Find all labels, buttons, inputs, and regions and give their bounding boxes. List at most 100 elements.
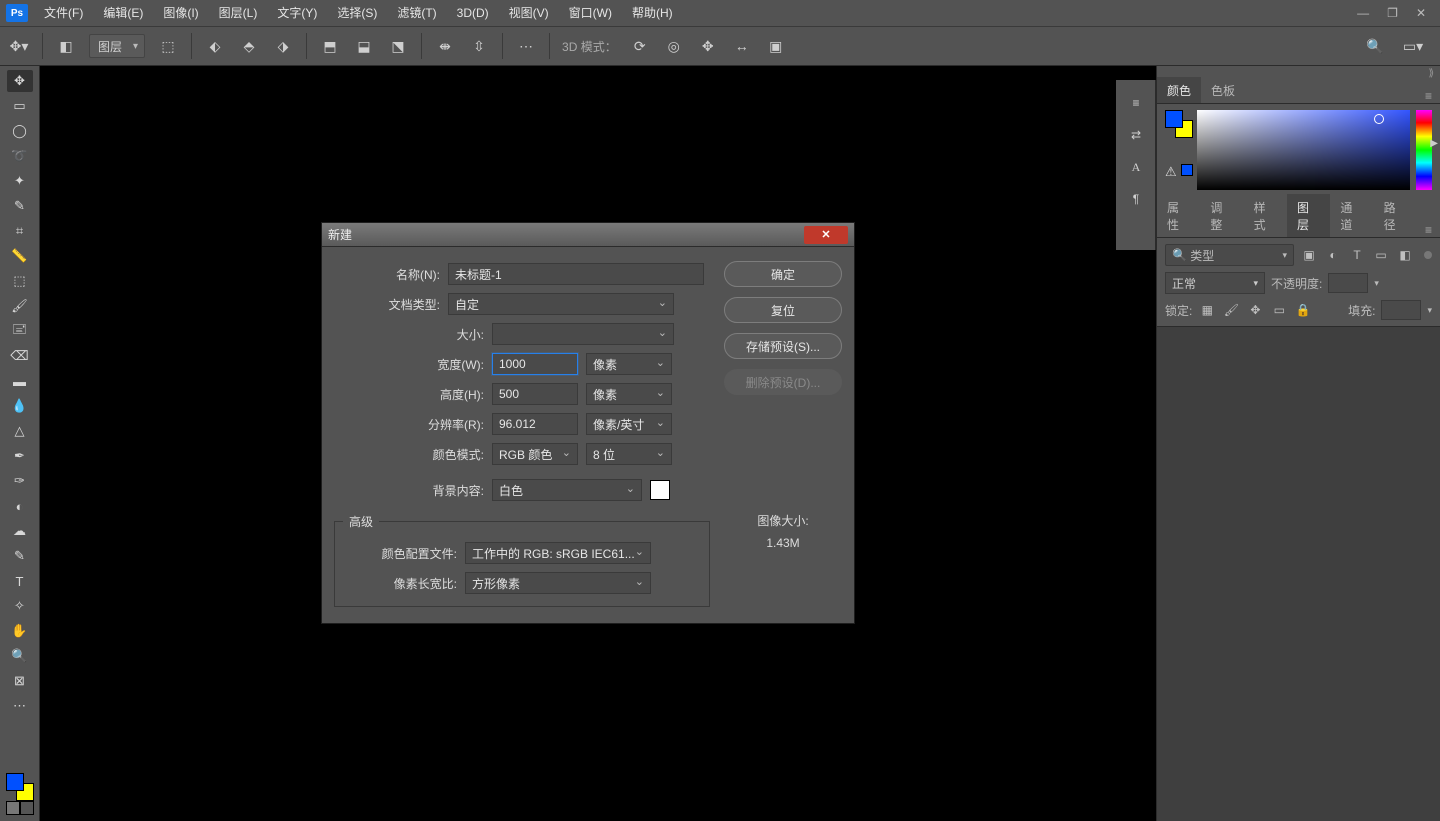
marquee-ellipse-tool[interactable]: ◯ [7,120,33,142]
adjust-icon[interactable]: ⇄ [1116,122,1156,148]
menu-file[interactable]: 文件(F) [34,0,93,26]
tab-adjustments[interactable]: 调整 [1200,194,1243,237]
dialog-close-button[interactable]: ✕ [804,226,848,244]
type-tool[interactable]: T [7,570,33,592]
brush-tool[interactable]: 🖌 [7,295,33,317]
orbit-3d-icon[interactable]: ⟳ [629,35,651,57]
path-tool[interactable]: ✎ [7,545,33,567]
tab-swatches[interactable]: 色板 [1201,77,1245,103]
slide-3d-icon[interactable]: ↔ [731,35,753,57]
layers-panel-menu-icon[interactable]: ≡ [1417,223,1440,237]
pixel-filter-icon[interactable]: ▣ [1300,246,1318,264]
lock-pixels-icon[interactable]: ▦ [1198,301,1216,319]
blur-tool[interactable]: 💧 [7,395,33,417]
tab-layers[interactable]: 图层 [1287,194,1330,237]
ok-button[interactable]: 确定 [724,261,842,287]
resolution-unit-combo[interactable]: 像素/英寸 [586,413,672,435]
zoom-3d-icon[interactable]: ▣ [765,35,787,57]
distribute-v-icon[interactable]: ⇳ [468,35,490,57]
tab-color[interactable]: 颜色 [1157,77,1201,103]
background-swatch[interactable] [650,480,670,500]
height-unit-combo[interactable]: 像素 [586,383,672,405]
workspace-switch-icon[interactable]: ▭▾ [1402,35,1424,57]
move-tool[interactable]: ✥ [7,70,33,92]
blend-mode-combo[interactable]: 正常 [1165,272,1265,294]
align-vcenter-icon[interactable]: ⬓ [353,35,375,57]
align-right-icon[interactable]: ⬗ [272,35,294,57]
lasso-tool[interactable]: ➰ [7,145,33,167]
tab-styles[interactable]: 样式 [1244,194,1287,237]
brush-presets-icon[interactable]: ≡ [1116,90,1156,116]
filter-toggle[interactable] [1424,251,1432,259]
eyedropper-tool[interactable]: ✎ [7,195,33,217]
crop-tool[interactable]: ⌗ [7,220,33,242]
distribute-h-icon[interactable]: ⇼ [434,35,456,57]
tab-paths[interactable]: 路径 [1374,194,1417,237]
glyphs-icon[interactable]: ¶ [1116,186,1156,212]
color-profile-combo[interactable]: 工作中的 RGB: sRGB IEC61... [465,542,651,564]
lock-position-icon[interactable]: ✥ [1246,301,1264,319]
panel-foreground-swatch[interactable] [1165,110,1183,128]
color-field[interactable] [1197,110,1410,190]
artboard-tool[interactable]: ⊠ [7,670,33,692]
chevron-down-icon[interactable]: ▾ [1427,305,1432,316]
smart-filter-icon[interactable]: ◧ [1396,246,1414,264]
bit-depth-combo[interactable]: 8 位 [586,443,672,465]
menu-edit[interactable]: 编辑(E) [93,0,153,26]
pan-3d-icon[interactable]: ✥ [697,35,719,57]
fill-field[interactable] [1381,300,1421,320]
menu-layer[interactable]: 图层(L) [209,0,268,26]
align-bottom-icon[interactable]: ⬔ [387,35,409,57]
adjustment-filter-icon[interactable]: ◐ [1324,246,1342,264]
ruler-tool[interactable]: 📏 [7,245,33,267]
name-field[interactable] [448,263,704,285]
type-filter-icon[interactable]: T [1348,246,1366,264]
lock-image-icon[interactable]: ▭ [1270,301,1288,319]
layers-kind-filter[interactable]: 🔍 类型 [1165,244,1294,266]
stamp-tool[interactable]: 🖃 [7,320,33,342]
move-tool-icon[interactable]: ✥▾ [8,35,30,57]
lock-all-icon[interactable]: 🔒 [1294,301,1312,319]
auto-select-icon[interactable]: ◧ [55,35,77,57]
tab-channels[interactable]: 通道 [1330,194,1373,237]
eraser-tool[interactable]: ⌫ [7,345,33,367]
auto-select-combo[interactable]: 图层 [89,34,145,58]
gamut-swatch[interactable] [1181,164,1193,176]
color-panel-menu-icon[interactable]: ≡ [1417,89,1440,103]
menu-select[interactable]: 选择(S) [327,0,387,26]
sponge-tool[interactable]: ☁ [7,520,33,542]
quickmask-toggle[interactable] [6,801,34,815]
search-icon[interactable]: 🔍 [1364,35,1386,57]
menu-filter[interactable]: 滤镜(T) [387,0,446,26]
align-top-icon[interactable]: ⬒ [319,35,341,57]
layers-list[interactable] [1157,327,1440,821]
more-tools[interactable]: ⋯ [7,695,33,717]
resolution-field[interactable] [492,413,578,435]
color-swatch-pair[interactable]: ⚠ [1165,110,1191,182]
pixel-ratio-combo[interactable]: 方形像素 [465,572,651,594]
transform-controls-icon[interactable]: ⬚ [157,35,179,57]
gradient-tool[interactable]: ▬ [7,370,33,392]
tab-properties[interactable]: 属性 [1157,194,1200,237]
magic-wand-tool[interactable]: ✦ [7,170,33,192]
freeform-pen-tool[interactable]: ✑ [7,470,33,492]
opacity-field[interactable] [1328,273,1368,293]
hue-slider[interactable]: ▶ [1416,110,1432,190]
dialog-titlebar[interactable]: 新建 ✕ [322,223,854,247]
marquee-rect-tool[interactable]: ▭ [7,95,33,117]
align-hcenter-icon[interactable]: ⬘ [238,35,260,57]
menu-help[interactable]: 帮助(H) [622,0,683,26]
gamut-warning-icon[interactable]: ⚠ [1165,164,1177,180]
chevron-down-icon[interactable]: ▾ [1374,278,1379,289]
dodge-tool[interactable]: ◐ [7,495,33,517]
window-minimize-button[interactable]: — [1357,6,1369,20]
zoom-tool[interactable]: 🔍 [7,645,33,667]
cancel-button[interactable]: 复位 [724,297,842,323]
more-align-icon[interactable]: ⋯ [515,35,537,57]
pen-tool[interactable]: ✒ [7,445,33,467]
roll-3d-icon[interactable]: ◎ [663,35,685,57]
collapse-arrows-icon[interactable]: ⟫ [1428,68,1434,79]
menu-3d[interactable]: 3D(D) [447,0,499,26]
menu-image[interactable]: 图像(I) [153,0,208,26]
menu-view[interactable]: 视图(V) [499,0,559,26]
